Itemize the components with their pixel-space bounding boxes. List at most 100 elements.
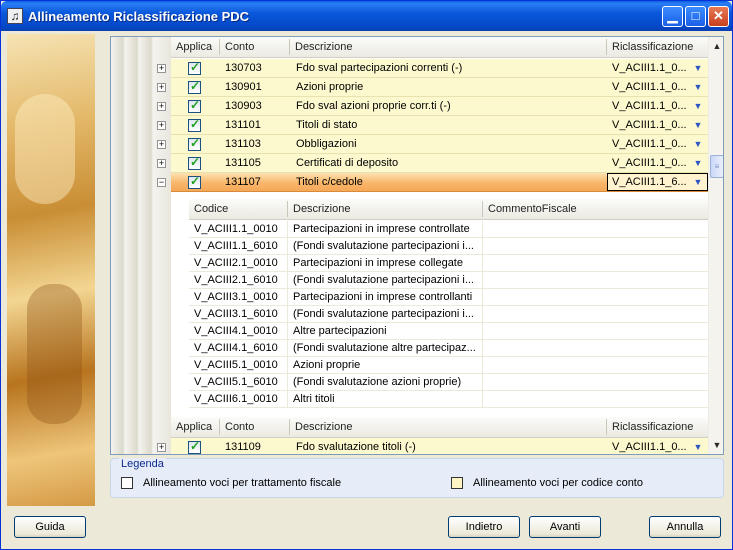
table-row[interactable]: +131105 Certificati di deposito V_ACIII1.1… xyxy=(157,154,708,173)
subgrid-row[interactable]: V_ACIII5.1_6010 (Fondi svalutazione azion… xyxy=(189,374,708,391)
col-header-descrizione[interactable]: Descrizione xyxy=(290,41,352,53)
cell-codice: V_ACIII2.1_6010 xyxy=(194,274,278,286)
cell-codice: V_ACIII2.1_0010 xyxy=(194,257,278,269)
dropdown-arrow-icon[interactable]: ▼ xyxy=(690,79,706,96)
legend-title: Legenda xyxy=(119,458,166,470)
dropdown-arrow-icon[interactable]: ▼ xyxy=(690,174,706,191)
applica-checkbox[interactable] xyxy=(188,60,201,75)
subgrid-row[interactable]: V_ACIII1.1_6010 (Fondi svalutazione parte… xyxy=(189,238,708,255)
expand-icon[interactable]: + xyxy=(157,443,166,452)
column-divider xyxy=(482,357,483,374)
dropdown-arrow-icon[interactable]: ▼ xyxy=(690,136,706,153)
cell-descrizione: (Fondi svalutazione partecipazioni i... xyxy=(293,274,474,286)
subcol-header-commento[interactable]: CommentoFiscale xyxy=(483,203,577,215)
cell-descrizione: Altri titoli xyxy=(293,393,335,405)
subcol-header-codice[interactable]: Codice xyxy=(189,203,228,215)
subgrid-row[interactable]: V_ACIII3.1_6010 (Fondi svalutazione parte… xyxy=(189,306,708,323)
table-row[interactable]: +130901 Azioni proprie V_ACIII1.1_0...▼ xyxy=(157,78,708,97)
table-row[interactable]: +131101 Titoli di stato V_ACIII1.1_0...▼ xyxy=(157,116,708,135)
table-row[interactable]: +130903 Fdo sval azioni proprie corr.ti (… xyxy=(157,97,708,116)
col-header-applica[interactable]: Applica xyxy=(171,41,212,53)
dropdown-arrow-icon[interactable]: ▼ xyxy=(690,117,706,134)
minimize-button[interactable]: ▁ xyxy=(662,6,683,27)
legend-label-fiscal: Allineamento voci per trattamento fiscal… xyxy=(143,477,342,489)
col-header-applica[interactable]: Applica xyxy=(171,421,212,433)
scroll-up-arrow-icon[interactable]: ▲ xyxy=(709,38,723,54)
dropdown-arrow-icon[interactable]: ▼ xyxy=(690,60,706,77)
cell-riclassificazione[interactable]: V_ACIII1.1_6... xyxy=(612,176,690,188)
cell-riclassificazione[interactable]: V_ACIII1.1_0... xyxy=(612,100,690,112)
cell-riclassificazione[interactable]: V_ACIII1.1_0... xyxy=(612,81,690,93)
vertical-scrollbar[interactable]: ▲ ≡ ▼ xyxy=(708,37,723,454)
col-header-conto[interactable]: Conto xyxy=(220,41,254,53)
subgrid-row[interactable]: V_ACIII6.1_0010 Altri titoli xyxy=(189,391,708,408)
avanti-button[interactable]: Avanti xyxy=(529,516,601,538)
applica-checkbox[interactable] xyxy=(188,98,201,113)
close-button[interactable]: ✕ xyxy=(708,6,729,27)
applica-checkbox[interactable] xyxy=(188,174,201,189)
expand-icon[interactable]: + xyxy=(157,102,166,111)
applica-checkbox[interactable] xyxy=(188,79,201,94)
subgrid-row[interactable]: V_ACIII1.1_0010 Partecipazioni in imprese… xyxy=(189,221,708,238)
cell-descrizione: (Fondi svalutazione azioni proprie) xyxy=(293,376,462,388)
column-divider xyxy=(287,374,288,391)
subgrid-row[interactable]: V_ACIII4.1_6010 (Fondi svalutazione altre… xyxy=(189,340,708,357)
cell-riclassificazione[interactable]: V_ACIII1.1_0... xyxy=(612,138,690,150)
applica-checkbox[interactable] xyxy=(188,136,201,151)
subgrid-row[interactable]: V_ACIII2.1_0010 Partecipazioni in imprese… xyxy=(189,255,708,272)
dropdown-arrow-icon[interactable]: ▼ xyxy=(690,439,706,454)
collapse-icon[interactable]: − xyxy=(157,178,166,187)
applica-checkbox[interactable] xyxy=(188,155,201,170)
table-row[interactable]: +131103 Obbligazioni V_ACIII1.1_0...▼ xyxy=(157,135,708,154)
scroll-down-arrow-icon[interactable]: ▼ xyxy=(709,437,723,453)
applica-checkbox[interactable] xyxy=(188,439,201,454)
guida-button[interactable]: Guida xyxy=(14,516,86,538)
cell-conto: 130901 xyxy=(225,81,262,93)
grid-header-repeat: Applica Conto Descrizione Riclassificazi… xyxy=(171,417,708,438)
cell-conto: 131105 xyxy=(225,157,261,169)
legend-swatch-fiscal xyxy=(121,477,133,489)
cell-riclassificazione[interactable]: V_ACIII1.1_0... xyxy=(612,157,690,169)
legend-swatch-codice xyxy=(451,477,463,489)
cell-conto: 131101 xyxy=(225,119,261,131)
scrollbar-thumb[interactable]: ≡ xyxy=(710,155,723,178)
column-divider xyxy=(482,221,483,238)
col-header-conto[interactable]: Conto xyxy=(220,421,254,433)
indietro-button[interactable]: Indietro xyxy=(448,516,520,538)
cell-conto: 131109 xyxy=(225,441,261,453)
table-row[interactable]: − 131107 Titoli c/cedole V_ACIII1.1_6...▼ xyxy=(157,173,708,192)
expand-icon[interactable]: + xyxy=(157,83,166,92)
column-divider xyxy=(287,340,288,357)
subgrid-row[interactable]: V_ACIII3.1_0010 Partecipazioni in imprese… xyxy=(189,289,708,306)
cell-riclassificazione[interactable]: V_ACIII1.1_0... xyxy=(612,119,690,131)
expand-icon[interactable]: + xyxy=(157,159,166,168)
subgrid-row[interactable]: V_ACIII4.1_0010 Altre partecipazioni xyxy=(189,323,708,340)
dropdown-arrow-icon[interactable]: ▼ xyxy=(690,155,706,172)
cell-riclassificazione[interactable]: V_ACIII1.1_0... xyxy=(612,62,690,74)
col-header-descrizione[interactable]: Descrizione xyxy=(290,421,352,433)
subgrid-header: Codice Descrizione CommentoFiscale xyxy=(189,199,708,220)
applica-checkbox[interactable] xyxy=(188,117,201,132)
table-row[interactable]: +131109 Fdo svalutazione titoli (-) V_ACII… xyxy=(157,438,708,454)
cell-descrizione: Obbligazioni xyxy=(296,138,357,150)
cell-descrizione: Fdo svalutazione titoli (-) xyxy=(296,441,416,453)
subgrid-row[interactable]: V_ACIII5.1_0010 Azioni proprie xyxy=(189,357,708,374)
column-divider xyxy=(482,374,483,391)
table-row[interactable]: +130703 Fdo sval partecipazioni correnti … xyxy=(157,59,708,78)
accounts-grid: Applica Conto Descrizione Riclassificazi… xyxy=(110,36,724,455)
cell-descrizione: Titoli c/cedole xyxy=(296,176,363,188)
expand-icon[interactable]: + xyxy=(157,121,166,130)
cell-conto: 130703 xyxy=(225,62,262,74)
dropdown-arrow-icon[interactable]: ▼ xyxy=(690,98,706,115)
col-header-riclassificazione[interactable]: Riclassificazione xyxy=(607,41,693,53)
annulla-button[interactable]: Annulla xyxy=(649,516,721,538)
expand-icon[interactable]: + xyxy=(157,140,166,149)
expand-icon[interactable]: + xyxy=(157,64,166,73)
cell-riclassificazione[interactable]: V_ACIII1.1_0... xyxy=(612,441,690,453)
col-header-riclassificazione[interactable]: Riclassificazione xyxy=(607,421,693,433)
maximize-button[interactable]: □ xyxy=(685,6,706,27)
subcol-header-descrizione[interactable]: Descrizione xyxy=(288,203,350,215)
subgrid-row[interactable]: V_ACIII2.1_6010 (Fondi svalutazione parte… xyxy=(189,272,708,289)
column-divider xyxy=(287,238,288,255)
cell-descrizione: Azioni proprie xyxy=(293,359,361,371)
